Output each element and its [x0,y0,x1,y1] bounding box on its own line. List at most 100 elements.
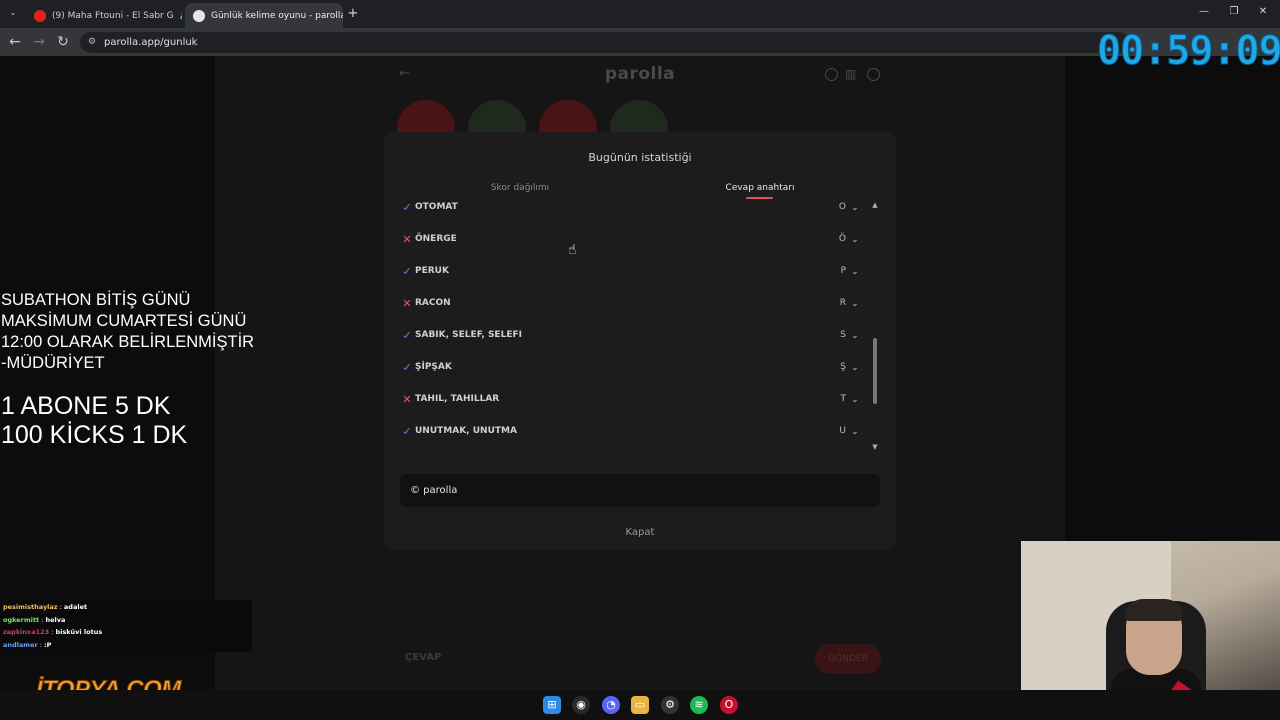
answer-letter: R [839,298,846,308]
chevron-down-icon[interactable]: ⌄ [848,331,862,340]
answer-row[interactable]: ✓ PERUK P ⌄ [400,259,862,283]
close-window-icon[interactable]: ✕ [1256,6,1270,17]
correct-check-icon: ✓ [402,424,412,438]
correct-check-icon: ✓ [402,360,412,374]
game-back-icon[interactable]: ← [399,66,410,81]
answer-row[interactable]: ✓ UNUTMAK, UNUTMA U ⌄ [400,419,862,443]
answer-row[interactable]: ✓ SABIK, SELEF, SELEFI S ⌄ [400,323,862,347]
restore-icon[interactable]: ❐ [1227,6,1241,17]
chat-text: :P [44,640,52,649]
answer-input[interactable]: ÇEVAP [405,652,441,663]
chevron-down-icon[interactable]: ⌄ [848,267,862,276]
chevron-down-icon[interactable]: ⌄ [848,395,862,404]
chevron-down-icon[interactable]: ⌄ [848,363,862,372]
answer-letter: Ş [840,362,846,372]
chat-text: helva [45,615,66,624]
chevron-down-icon[interactable]: ⌄ [848,203,862,212]
answer-row[interactable]: ✕ TAHIL, TAHILLAR T ⌄ [400,387,862,411]
file-explorer-icon[interactable]: ▭ [631,696,649,714]
chat-message: pesimisthaylaz : adalet [3,603,88,611]
answer-word: UNUTMAK, UNUTMA [415,426,517,436]
answer-letter: S [840,330,846,340]
url-text: parolla.app/gunluk [104,37,198,48]
chat-username: pesimisthaylaz [3,603,58,611]
site-info-icon[interactable]: ⚙ [88,32,96,53]
chat-username: andlamer [3,640,38,649]
correct-check-icon: ✓ [402,200,412,214]
mouse-cursor-icon: ☝ [568,242,577,258]
scrollbar-thumb[interactable] [873,338,877,404]
chat-message: zapkinxa123 : bisküvi lotus [3,628,103,636]
notice-line: -MÜDÜRİYET [1,354,105,372]
chat-message: ogkermitt : helva [3,615,66,624]
chat-message: andlamer : :P [3,640,52,649]
audio-playing-icon[interactable]: 🔊 [180,11,182,20]
notice-line: MAKSİMUM CUMARTESİ GÜNÜ [1,312,247,330]
app-icon[interactable]: ⚙ [661,696,679,714]
scrollbar[interactable] [872,200,878,452]
answer-word: OTOMAT [415,202,458,212]
tab-search-icon[interactable]: ⌄ [6,8,20,20]
tab-title: (9) Maha Ftouni - El Sabr G [52,10,174,21]
close-modal-button[interactable]: Kapat [600,527,680,538]
game-title: parolla [604,64,676,84]
scroll-down-icon[interactable]: ▼ [870,443,880,451]
answer-letter: P [840,266,846,276]
answer-letter: Ö [838,234,846,244]
chevron-down-icon[interactable]: ⌄ [848,235,862,244]
subathon-notice: SUBATHON BİTİŞ GÜNÜ MAKSİMUM CUMARTESİ G… [1,290,301,450]
discord-icon[interactable]: ◔ [602,696,620,714]
answer-letter: T [840,394,847,404]
tab-answer-key[interactable]: Cevap anahtarı [690,183,830,193]
answer-word: PERUK [415,266,449,276]
info-icon[interactable] [825,68,838,81]
spotify-icon[interactable]: ≋ [690,696,708,714]
tab-title: Günlük kelime oyunu - parolla [211,10,343,21]
correct-check-icon: ✓ [402,264,412,278]
forward-icon[interactable]: → [31,34,47,50]
scroll-up-icon[interactable]: ▲ [870,201,880,209]
answer-letter: O [838,202,846,212]
parolla-icon [193,9,205,22]
correct-check-icon: ✓ [402,328,412,342]
windows-start-icon[interactable]: ⊞ [543,696,561,714]
browser-tab-youtube[interactable]: (9) Maha Ftouni - El Sabr G 🔊 ✕ [26,3,182,28]
rate-line: 100 KİCKS 1 DK [1,421,188,449]
profile-icon[interactable] [867,68,880,81]
answer-row[interactable]: ✓ OTOMAT O ⌄ [400,195,862,219]
chat-username: ogkermitt [3,615,40,624]
answer-row[interactable]: ✕ ÖNERGE Ö ⌄ [400,227,862,251]
chat-username: zapkinxa123 [3,628,50,636]
wrong-cross-icon: ✕ [402,392,412,406]
browser-tab-parolla[interactable]: Günlük kelime oyunu - parolla ✕ [185,3,343,28]
wrong-cross-icon: ✕ [402,296,412,310]
modal-title: Bugünün istatistiği [588,151,692,164]
minimize-icon[interactable]: — [1197,6,1211,17]
rate-line: 1 ABONE 5 DK [1,392,171,420]
chevron-down-icon[interactable]: ⌄ [848,299,862,308]
back-icon[interactable]: ← [7,34,23,50]
reload-icon[interactable]: ↻ [55,34,71,50]
stats-icon[interactable]: ▥ [845,67,859,81]
answer-word: RACON [415,298,451,308]
opera-gx-icon[interactable]: O [720,696,738,714]
chat-text: bisküvi lotus [55,628,103,636]
answer-word: TAHIL, TAHILLAR [415,394,500,404]
chevron-down-icon[interactable]: ⌄ [848,427,862,436]
share-box[interactable]: © parolla [400,474,880,507]
answer-row[interactable]: ✕ RACON R ⌄ [400,291,862,315]
answer-row[interactable]: ✓ ŞİPŞAK Ş ⌄ [400,355,862,379]
wrong-cross-icon: ✕ [402,232,412,246]
tab-score-distribution[interactable]: Skor dağılımı [450,183,590,193]
answer-word: ÖNERGE [415,234,457,244]
submit-button[interactable]: GÖNDER [815,644,881,674]
subathon-timer: 00:59:09 [1097,28,1280,75]
chat-text: adalet [63,603,88,611]
new-tab-button[interactable]: + [346,6,360,21]
notice-line: 12:00 OLARAK BELİRLENMİŞTİR [1,333,255,351]
notice-line: SUBATHON BİTİŞ GÜNÜ [1,291,191,309]
chrome-icon[interactable]: ◉ [572,696,590,714]
youtube-icon [34,9,46,22]
address-bar[interactable]: ⚙ parolla.app/gunluk [80,32,1130,53]
answer-letter: U [839,426,846,436]
